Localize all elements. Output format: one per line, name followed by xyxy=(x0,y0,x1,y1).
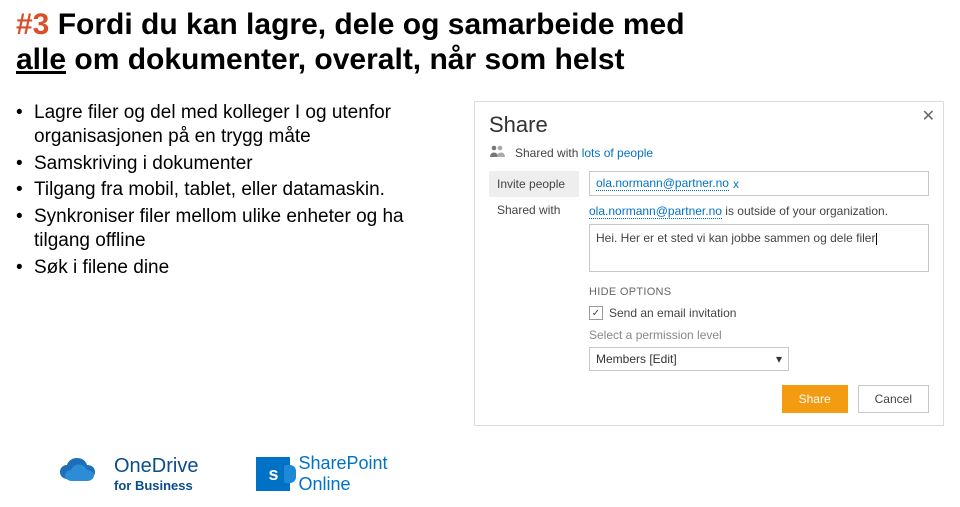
title-underlined: alle xyxy=(16,43,66,76)
external-warning: ola.normann@partner.no is outside of you… xyxy=(589,204,929,218)
title-part1: Fordi du kan lagre, dele og samarbeide m… xyxy=(49,8,684,41)
tab-shared-with[interactable]: Shared with xyxy=(489,197,579,223)
message-input[interactable]: Hei. Her er et sted vi kan jobbe sammen … xyxy=(589,224,929,272)
chevron-down-icon: ▾ xyxy=(776,352,782,366)
permission-label: Select a permission level xyxy=(589,328,929,342)
send-email-label: Send an email invitation xyxy=(609,306,736,320)
title-hash: #3 xyxy=(16,8,49,41)
share-dialog: ✕ Share Shared with lots of people Invit… xyxy=(474,101,944,426)
dialog-tabs: Invite people Shared with xyxy=(489,171,579,413)
message-text: Hei. Her er et sted vi kan jobbe sammen … xyxy=(596,231,875,245)
shared-with-prefix: Shared with xyxy=(515,146,582,160)
list-item: Samskriving i dokumenter xyxy=(16,152,456,176)
onedrive-text-line2: for Business xyxy=(114,478,198,493)
sharepoint-tile-letter: s xyxy=(268,464,278,485)
sharepoint-logo: s SharePoint Online xyxy=(256,453,387,495)
shared-with-link[interactable]: lots of people xyxy=(582,146,653,160)
hide-options-link[interactable]: HIDE OPTIONS xyxy=(589,286,929,298)
tab-invite-people[interactable]: Invite people xyxy=(489,171,579,197)
list-item: Lagre filer og del med kolleger I og ute… xyxy=(16,101,456,149)
permission-value: Members [Edit] xyxy=(596,352,677,366)
onedrive-text-line1: OneDrive xyxy=(114,455,198,478)
text-cursor xyxy=(876,233,877,245)
title-part2: om dokumenter, overalt, når som helst xyxy=(66,43,625,76)
external-email: ola.normann@partner.no xyxy=(589,204,722,219)
list-item: Synkroniser filer mellom ulike enheter o… xyxy=(16,205,456,253)
cancel-button[interactable]: Cancel xyxy=(858,385,929,413)
onedrive-cloud-icon xyxy=(58,457,106,492)
slide-title: #3 Fordi du kan lagre, dele og samarbeid… xyxy=(0,0,960,77)
share-button[interactable]: Share xyxy=(782,385,848,413)
remove-recipient-icon[interactable]: x xyxy=(733,177,739,191)
recipients-input[interactable]: ola.normann@partner.no x xyxy=(589,171,929,196)
list-item: Tilgang fra mobil, tablet, eller datamas… xyxy=(16,178,456,202)
recipient-chip: ola.normann@partner.no xyxy=(596,176,729,191)
close-icon[interactable]: ✕ xyxy=(922,106,935,126)
sharepoint-text-line1: SharePoint xyxy=(298,453,387,474)
dialog-title: Share xyxy=(489,112,929,138)
permission-select[interactable]: Members [Edit] ▾ xyxy=(589,347,789,371)
list-item: Søk i filene dine xyxy=(16,256,456,280)
sharepoint-text-line2: Online xyxy=(298,474,387,495)
sharepoint-tile-icon: s xyxy=(256,457,290,491)
onedrive-logo: OneDrive for Business xyxy=(58,455,198,493)
logo-row: OneDrive for Business s SharePoint Onlin… xyxy=(58,453,388,495)
send-email-checkbox[interactable]: ✓ xyxy=(589,306,603,320)
bullet-list: Lagre filer og del med kolleger I og ute… xyxy=(16,101,456,426)
people-icon xyxy=(489,144,507,161)
external-suffix: is outside of your organization. xyxy=(722,204,888,218)
shared-with-row: Shared with lots of people xyxy=(489,144,929,161)
